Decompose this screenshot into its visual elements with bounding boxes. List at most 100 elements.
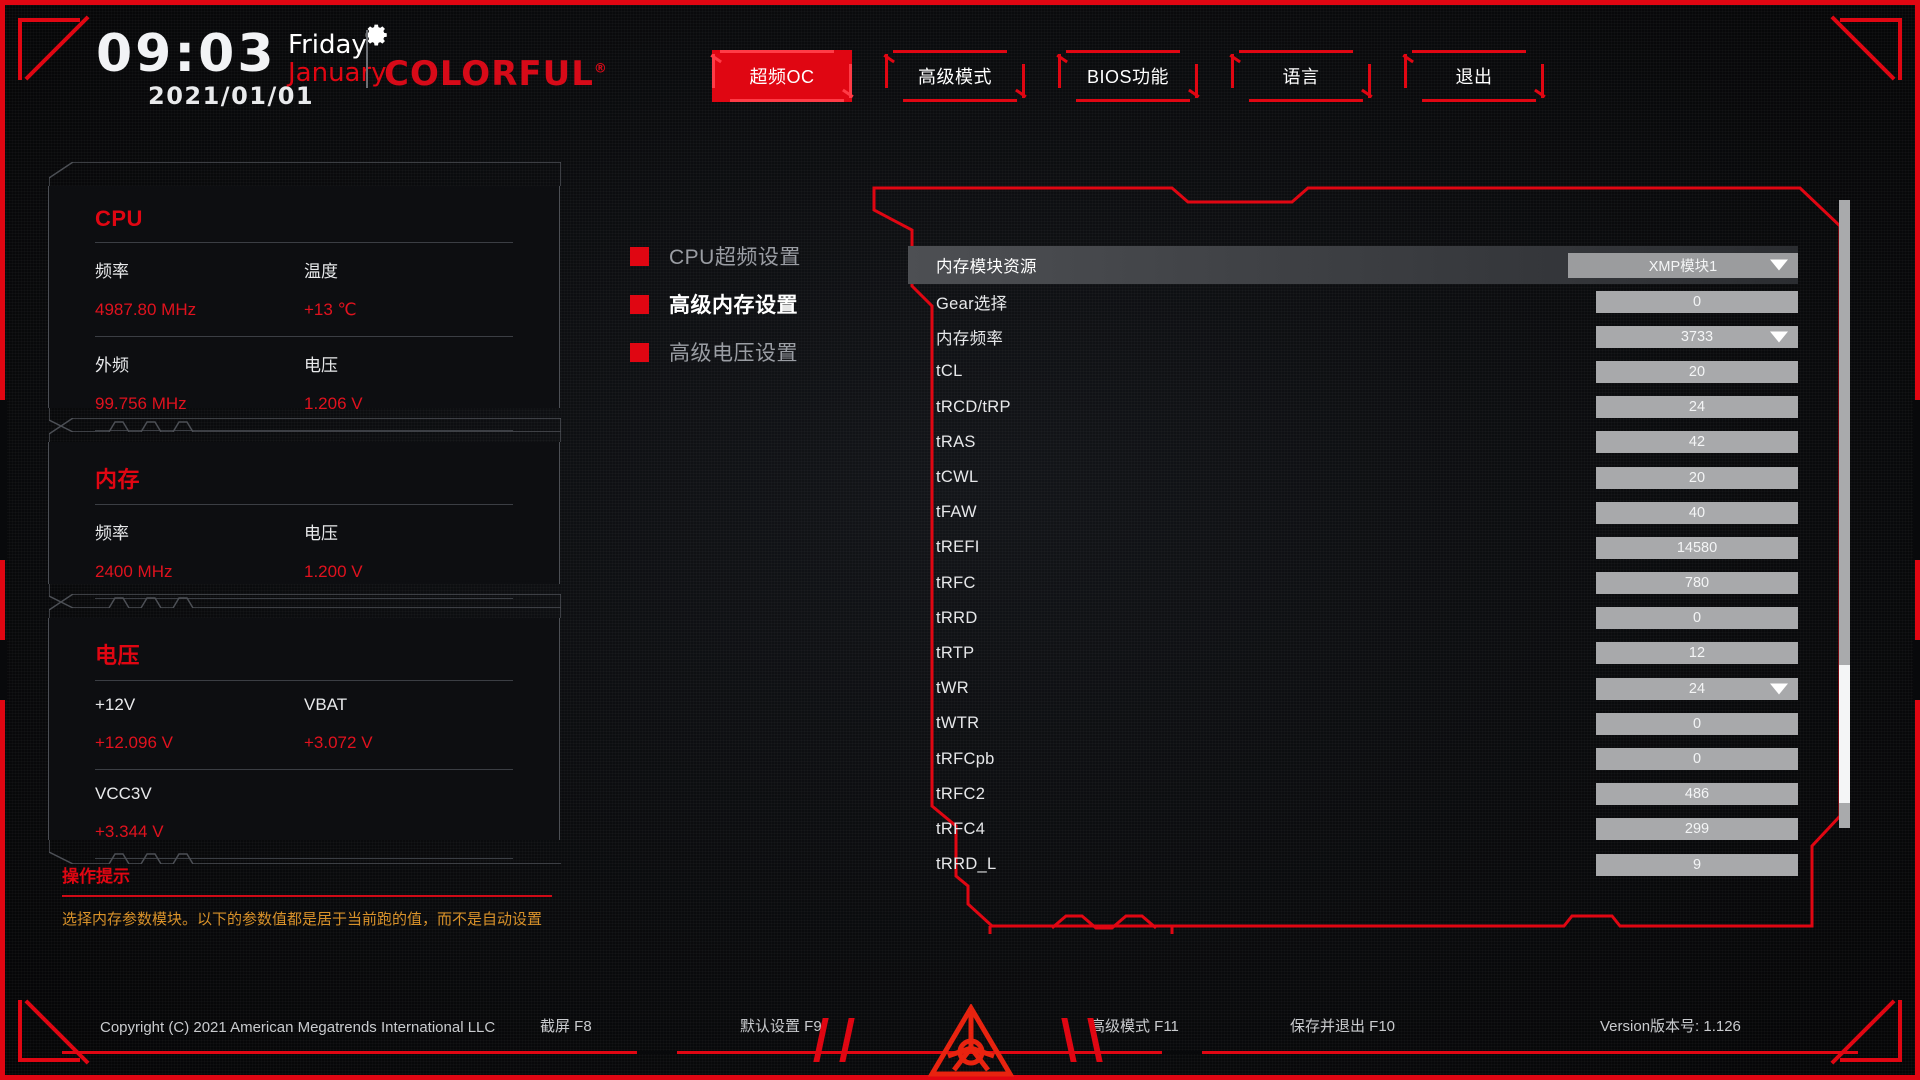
setting-row-tfaw[interactable]: tFAW 40 (908, 495, 1798, 530)
settings-panel: 内存模块资源 XMP模块1 Gear选择 0 内存频率 3733 tCL 20 … (872, 186, 1850, 936)
setting-value: 20 (1688, 469, 1706, 486)
settings-list[interactable]: 内存模块资源 XMP模块1 Gear选择 0 内存频率 3733 tCL 20 … (908, 246, 1798, 886)
setting-value-dropdown[interactable]: 3733 (1596, 325, 1798, 348)
brand-registered-mark: ® (593, 61, 608, 77)
footer-rule-gap (637, 1051, 677, 1054)
setting-row-trfc[interactable]: tRFC 780 (908, 566, 1798, 601)
nav-tab-advanced-mode[interactable]: 高级模式 (883, 50, 1027, 102)
operation-hint: 操作提示 选择内存参数模块。以下的参数值都是居于当前跑的值，而不是自动设置 (62, 862, 552, 932)
metric-value: +3.344 V (95, 822, 164, 841)
metric-label: 温度 (304, 262, 338, 281)
setting-value-field[interactable]: 299 (1596, 818, 1798, 841)
metric-label: +12V (95, 695, 136, 714)
setting-value: XMP模块1 (1648, 258, 1718, 275)
metric-value: 99.756 MHz (95, 394, 187, 413)
setting-value-field[interactable]: 0 (1596, 290, 1798, 313)
panel-title: 电压 (95, 643, 141, 668)
setting-label: tWR (936, 679, 969, 698)
panel-row: 频率 4987.80 MHz 温度 +13 ℃ (95, 243, 513, 336)
setting-row-tcl[interactable]: tCL 20 (908, 354, 1798, 389)
setting-row-memory-profile[interactable]: 内存模块资源 XMP模块1 (908, 246, 1798, 284)
setting-label: tFAW (936, 503, 977, 522)
setting-row-tcwl[interactable]: tCWL 20 (908, 460, 1798, 495)
footer-copyright: Copyright (C) 2021 American Megatrends I… (100, 1019, 496, 1036)
metric-label: 电压 (304, 524, 338, 543)
setting-value: 0 (1692, 715, 1702, 732)
setting-value-field[interactable]: 40 (1596, 501, 1798, 524)
setting-row-trcd-trp[interactable]: tRCD/tRP 24 (908, 390, 1798, 425)
panel-memory: 内存 频率 2400 MHz 电压 1.200 V (48, 418, 561, 608)
setting-value-field[interactable]: 486 (1596, 783, 1798, 806)
section-menu: CPU超频设置 高级内存设置 高级电压设置 (630, 232, 801, 376)
panel-title: CPU (95, 206, 143, 231)
nav-tab-bios-features[interactable]: BIOS功能 (1056, 50, 1200, 102)
colorful-star-emblem (928, 1004, 1014, 1077)
menu-item-advanced-memory[interactable]: 高级内存设置 (630, 280, 801, 328)
setting-value-field[interactable]: 12 (1596, 642, 1798, 665)
setting-value-field[interactable]: 0 (1596, 712, 1798, 735)
setting-value-dropdown[interactable]: 24 (1596, 677, 1798, 700)
setting-row-memory-frequency[interactable]: 内存频率 3733 (908, 319, 1798, 354)
menu-item-cpu-overclock[interactable]: CPU超频设置 (630, 232, 801, 280)
nav-tab-language[interactable]: 语言 (1229, 50, 1373, 102)
footer-shortcut-save-exit[interactable]: 保存并退出 F10 (1290, 1015, 1395, 1036)
panel-edge-top (49, 162, 561, 186)
setting-value: 24 (1688, 680, 1706, 697)
nav-tab-label: 退出 (1455, 67, 1493, 87)
setting-value-field[interactable]: 42 (1596, 431, 1798, 454)
setting-value-field[interactable]: 780 (1596, 572, 1798, 595)
setting-row-twtr[interactable]: tWTR 0 (908, 706, 1798, 741)
setting-row-trfcpb[interactable]: tRFCpb 0 (908, 741, 1798, 776)
setting-row-gear[interactable]: Gear选择 0 (908, 284, 1798, 319)
nav-tab-label: BIOS功能 (1086, 67, 1169, 87)
metric-value: +13 ℃ (304, 300, 357, 319)
setting-value-field[interactable]: 20 (1596, 360, 1798, 383)
setting-row-twr[interactable]: tWR 24 (908, 671, 1798, 706)
setting-value: 40 (1688, 504, 1706, 521)
setting-value-field[interactable]: 20 (1596, 466, 1798, 489)
setting-value: 486 (1684, 786, 1710, 803)
header-bar: 09:03 2021/01/01 Friday January COLORFUL… (0, 0, 1920, 118)
footer-shortcut-defaults[interactable]: 默认设置 F9 (740, 1015, 822, 1036)
menu-item-advanced-voltage[interactable]: 高级电压设置 (630, 328, 801, 376)
footer-shortcut-screenshot[interactable]: 截屏 F8 (540, 1015, 592, 1036)
setting-value-field[interactable]: 9 (1596, 853, 1798, 876)
monitor-panels: CPU 频率 4987.80 MHz 温度 +13 ℃ 外频 99.756 MH… (48, 162, 561, 874)
settings-scrollbar[interactable] (1839, 200, 1850, 828)
setting-value-field[interactable]: 24 (1596, 396, 1798, 419)
footer-shortcut-advanced-mode[interactable]: 高级模式 F11 (1090, 1015, 1179, 1036)
setting-value: 3733 (1680, 328, 1714, 345)
setting-row-trfc2[interactable]: tRFC2 486 (908, 777, 1798, 812)
setting-value-dropdown[interactable]: XMP模块1 (1568, 252, 1798, 278)
setting-row-trrd[interactable]: tRRD 0 (908, 601, 1798, 636)
setting-row-trefi[interactable]: tREFI 14580 (908, 530, 1798, 565)
bullet-square-icon (630, 342, 649, 362)
setting-value: 20 (1688, 363, 1706, 380)
setting-row-trtp[interactable]: tRTP 12 (908, 636, 1798, 671)
menu-item-label: CPU超频设置 (669, 246, 801, 269)
metric-cpu-frequency: 频率 4987.80 MHz (95, 257, 304, 320)
scrollbar-thumb[interactable] (1839, 664, 1850, 803)
metric-value: 2400 MHz (95, 562, 173, 581)
setting-row-tras[interactable]: tRAS 42 (908, 425, 1798, 460)
nav-tab-overclock[interactable]: 超频OC (710, 50, 854, 102)
frame-notch-left (0, 400, 7, 560)
panel-rule (95, 430, 513, 431)
day-of-week: Friday (288, 30, 367, 60)
header-divider (366, 30, 368, 88)
main-nav: 超频OC 高级模式 BIOS功能 语言 退出 (710, 50, 1546, 102)
setting-label: Gear选择 (936, 294, 1008, 313)
setting-row-trrd-l[interactable]: tRRD_L 9 (908, 847, 1798, 882)
setting-value-field[interactable]: 14580 (1596, 536, 1798, 559)
date-words-block: Friday January (288, 30, 387, 87)
setting-row-trfc4[interactable]: tRFC4 299 (908, 812, 1798, 847)
setting-value-field[interactable]: 0 (1596, 748, 1798, 771)
clock-block: 09:03 2021/01/01 (96, 24, 387, 110)
metric-value: 1.200 V (304, 562, 363, 581)
nav-tab-exit[interactable]: 退出 (1402, 50, 1546, 102)
nav-tab-label: 语言 (1282, 67, 1320, 87)
menu-item-label: 高级电压设置 (669, 342, 798, 365)
setting-value-field[interactable]: 0 (1596, 607, 1798, 630)
hint-text: 选择内存参数模块。以下的参数值都是居于当前跑的值，而不是自动设置 (62, 911, 543, 928)
panel-row: 频率 2400 MHz 电压 1.200 V (95, 505, 513, 598)
